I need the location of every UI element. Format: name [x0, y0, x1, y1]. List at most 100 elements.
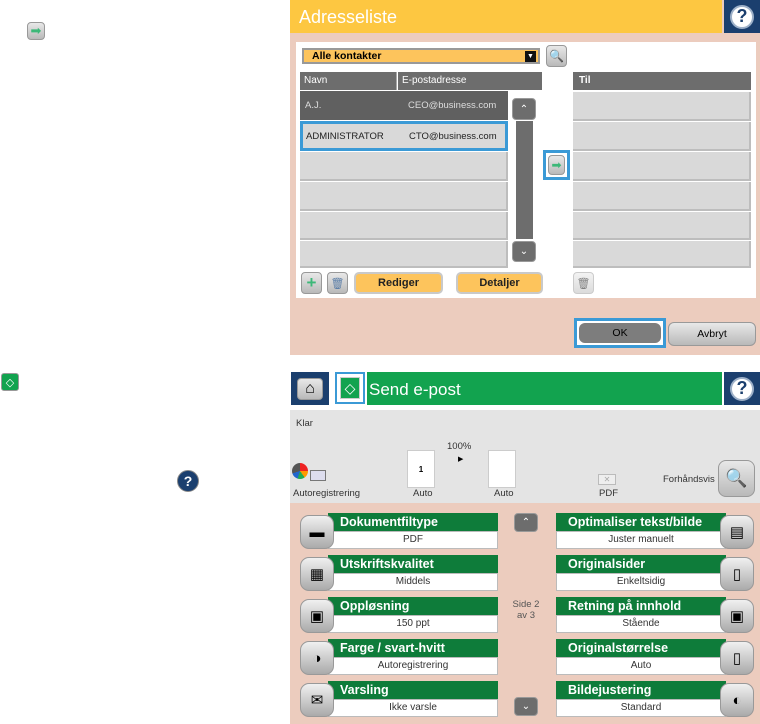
color-mode-label: Autoregistrering — [293, 488, 361, 499]
orientation-icon: ▣ — [720, 599, 754, 633]
contact-name: A.J. — [305, 100, 322, 111]
document-file-type-icon: ▬ — [300, 515, 334, 549]
option-value: Ikke varsle — [328, 699, 498, 717]
page-down-button[interactable]: ⌄ — [514, 697, 538, 716]
option-title: Originalstørrelse — [556, 639, 726, 657]
color-icon — [292, 463, 308, 479]
scroll-track[interactable] — [516, 121, 533, 239]
recipient-row[interactable] — [573, 152, 751, 181]
option-value: Standard — [556, 699, 726, 717]
add-to-recipients-button[interactable]: ➡ — [543, 150, 570, 180]
start-button[interactable]: ◇ — [335, 372, 365, 404]
scrollbar[interactable]: ⌃ ⌄ — [508, 91, 542, 269]
output-label: Auto — [494, 488, 514, 499]
dropdown-value: Alle kontakter — [312, 50, 382, 62]
details-button[interactable]: Detaljer — [456, 272, 543, 294]
option-title: Utskriftskvalitet — [328, 555, 498, 573]
chevron-down-icon: ▼ — [525, 51, 536, 62]
option-utskriftskvalitet[interactable]: ▦ Utskriftskvalitet Middels — [298, 555, 498, 592]
resolution-icon: ▣ — [300, 599, 334, 633]
add-arrow-icon: ➡ — [27, 22, 45, 40]
address-list-panel: Adresseliste ? Alle kontakter ▼ 🔍 Navn E… — [290, 0, 760, 355]
status-text: Klar — [296, 418, 313, 429]
arrow-right-icon: ▶ — [458, 456, 464, 463]
option-value: Juster manuelt — [556, 531, 726, 549]
send-email-panel: ⌂ ◇ Send e-post ? Klar Autoregistrering … — [290, 370, 760, 724]
home-button[interactable]: ⌂ — [291, 372, 329, 405]
scale-text: 100% — [447, 441, 472, 452]
magnifier-icon: 🔍 — [725, 468, 748, 488]
help-icon: ? — [730, 376, 754, 401]
arrow-right-icon: ➡ — [548, 155, 565, 175]
optimize-text-image-icon: ▤ — [720, 515, 754, 549]
search-button[interactable]: 🔍 — [546, 45, 567, 67]
option-optimaliser-tekst-bilde[interactable]: ▤ Optimaliser tekst/bilde Juster manuelt — [556, 513, 756, 550]
scroll-down-button[interactable]: ⌄ — [512, 241, 536, 262]
recipient-row[interactable] — [573, 182, 751, 211]
file-format-label: PDF — [599, 488, 618, 499]
option-farge-svart-hvitt[interactable]: ◑ Farge / svart-hvitt Autoregistrering — [298, 639, 498, 676]
option-value: Autoregistrering — [328, 657, 498, 675]
empty-row — [300, 212, 508, 240]
option-originalsider[interactable]: ▯ Originalsider Enkeltsidig — [556, 555, 756, 592]
scroll-up-button[interactable]: ⌃ — [512, 98, 536, 120]
contact-filter-dropdown[interactable]: Alle kontakter ▼ — [302, 48, 540, 64]
preview-label: Forhåndsvis — [663, 474, 715, 485]
recipient-row[interactable] — [573, 241, 751, 268]
preview-button[interactable]: 🔍 — [718, 460, 755, 497]
option-title: Optimaliser tekst/bilde — [556, 513, 726, 531]
start-icon: ◇ — [1, 373, 19, 391]
option-title: Farge / svart-hvitt — [328, 639, 498, 657]
notification-icon: ✉ — [300, 683, 334, 717]
original-size-icon: ▯ — [720, 641, 754, 675]
option-title: Varsling — [328, 681, 498, 699]
option-varsling[interactable]: ✉ Varsling Ikke varsle — [298, 681, 498, 718]
plus-icon: + — [306, 273, 317, 292]
recipient-row[interactable] — [573, 212, 751, 240]
contact-name: ADMINISTRATOR — [306, 131, 384, 142]
recipient-row[interactable] — [573, 122, 751, 151]
remove-recipient-button[interactable]: 🗑 — [573, 272, 594, 294]
cancel-button[interactable]: Avbryt — [668, 322, 756, 346]
contact-email: CTO@business.com — [409, 131, 497, 142]
column-header-email[interactable]: E-postadresse — [398, 72, 542, 90]
option-title: Oppløsning — [328, 597, 498, 615]
search-icon: 🔍 — [549, 49, 564, 63]
page-title: Adresseliste — [290, 0, 722, 33]
page-indicator: Side 2 av 3 — [512, 599, 540, 621]
original-page-thumbnail[interactable]: 1 — [407, 450, 435, 488]
email-envelope-icon: ✕ — [598, 474, 616, 485]
page-title: Send e-post — [367, 372, 722, 405]
contact-row-selected[interactable]: ADMINISTRATOR CTO@business.com — [300, 121, 508, 151]
original-sides-icon: ▯ — [720, 557, 754, 591]
empty-row — [300, 182, 508, 211]
contact-email: CEO@business.com — [408, 100, 497, 111]
color-icon: ◑ — [300, 641, 334, 675]
option-value: Middels — [328, 573, 498, 591]
help-button[interactable]: ? — [724, 372, 760, 405]
help-icon: ? — [730, 4, 754, 29]
option-dokumentfiltype[interactable]: ▬ Dokumentfiltype PDF — [298, 513, 498, 550]
add-contact-button[interactable]: + — [301, 272, 322, 294]
column-header-name[interactable]: Navn — [300, 72, 397, 90]
option-originalstørrelse[interactable]: ▯ Originalstørrelse Auto — [556, 639, 756, 676]
option-value: 150 ppt — [328, 615, 498, 633]
option-title: Originalsider — [556, 555, 726, 573]
start-icon: ◇ — [340, 377, 360, 399]
print-quality-icon: ▦ — [300, 557, 334, 591]
contact-row[interactable]: A.J. CEO@business.com — [300, 91, 508, 120]
status-area: Klar Autoregistrering 1 Auto 100% ▶ Auto… — [290, 410, 760, 503]
option-bildejustering[interactable]: ◐ Bildejustering Standard — [556, 681, 756, 718]
ok-button[interactable]: OK — [574, 318, 666, 348]
option-value: Auto — [556, 657, 726, 675]
edit-button[interactable]: Rediger — [354, 272, 443, 294]
option-retning-på-innhold[interactable]: ▣ Retning på innhold Stående — [556, 597, 756, 634]
delete-contact-button[interactable]: 🗑 — [327, 272, 348, 294]
output-page-thumbnail — [488, 450, 516, 488]
page-icon — [310, 470, 326, 481]
option-oppløsning[interactable]: ▣ Oppløsning 150 ppt — [298, 597, 498, 634]
help-button[interactable]: ? — [724, 0, 760, 33]
option-value: PDF — [328, 531, 498, 549]
recipient-row[interactable] — [573, 92, 751, 121]
page-up-button[interactable]: ⌃ — [514, 513, 538, 532]
